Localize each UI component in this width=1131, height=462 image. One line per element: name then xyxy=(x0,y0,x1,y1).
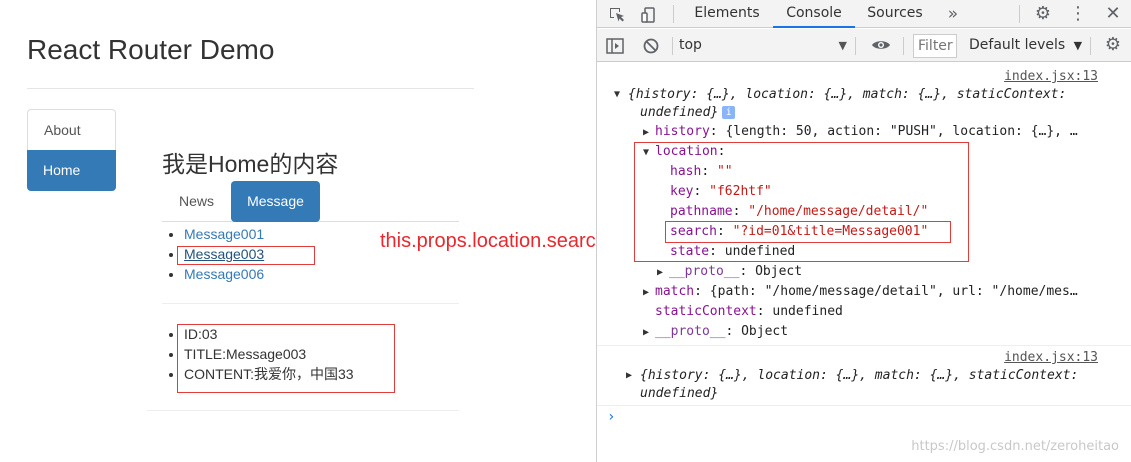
detail-highlight xyxy=(177,324,395,393)
prop-value: Object xyxy=(755,264,803,279)
log-summary-text: undefined} xyxy=(640,386,719,401)
toolbar-separator xyxy=(1090,37,1091,55)
title-divider xyxy=(27,88,474,89)
prop-value: {path: "/home/message/detail", url: "/ho… xyxy=(709,284,1078,299)
console-prompt[interactable]: › xyxy=(607,407,615,427)
home-tabs: News Message xyxy=(162,181,459,222)
prop-value: undefined xyxy=(772,304,843,319)
prop-value: Object xyxy=(741,324,789,339)
source-link[interactable]: index.jsx:13 xyxy=(1004,348,1098,368)
section-divider-bottom xyxy=(147,410,459,411)
tab-console[interactable]: Console xyxy=(773,0,855,28)
inspect-element-icon[interactable] xyxy=(605,0,629,28)
prop-key: __proto__ xyxy=(655,324,726,339)
console-toolbar: top ▼ Default levels ▼ ⚙ xyxy=(597,29,1131,62)
prop-value: {length: 50, action: "PUSH", location: {… xyxy=(725,124,1078,139)
log-separator xyxy=(597,345,1131,346)
devtools-panel: Elements Console Sources » ⚙ ⋮ ✕ top ▼ F… xyxy=(596,0,1131,462)
watermark: https://blog.csdn.net/zeroheitao xyxy=(911,439,1119,454)
caret-down-icon: ▼ xyxy=(838,39,847,52)
toolbar-separator xyxy=(903,37,904,55)
collapsed-triangle-icon[interactable]: ▶ xyxy=(657,263,669,283)
filter-input[interactable] xyxy=(918,38,956,54)
eye-icon[interactable] xyxy=(867,31,895,59)
react-app-page: React Router Demo About Home 我是Home的内容 N… xyxy=(0,0,607,462)
gear-icon[interactable]: ⚙ xyxy=(1031,0,1055,28)
prop-root-proto[interactable]: ▶ __proto__: Object xyxy=(643,322,788,342)
prop-match[interactable]: ▶ match: {path: "/home/message/detail", u… xyxy=(643,282,1078,302)
filter-box xyxy=(913,34,957,58)
clear-console-icon[interactable] xyxy=(639,31,663,59)
prop-key: match xyxy=(655,284,695,299)
message-link-006[interactable]: Message006 xyxy=(184,266,264,282)
toolbar-separator xyxy=(672,37,673,55)
tab-message[interactable]: Message xyxy=(231,181,320,222)
toolbar-separator xyxy=(673,5,674,23)
log-summary-line[interactable]: ▶ {history: {…}, location: {…}, match: {… xyxy=(626,366,1079,386)
tab-news[interactable]: News xyxy=(162,181,231,222)
expanded-triangle-icon[interactable]: ▼ xyxy=(614,85,626,105)
log-levels-label: Default levels xyxy=(969,37,1066,53)
list-item: Message006 xyxy=(184,264,264,284)
toolbar-separator xyxy=(1019,5,1020,23)
log-summary-line-2: undefined} xyxy=(640,384,718,404)
kebab-menu-icon[interactable]: ⋮ xyxy=(1066,0,1090,28)
tab-elements[interactable]: Elements xyxy=(685,0,769,28)
toolbar-separator xyxy=(855,37,856,55)
caret-down-icon: ▼ xyxy=(1073,39,1083,52)
log-summary-line[interactable]: ▼ {history: {…}, location: {…}, match: {… xyxy=(614,85,1067,105)
log-summary-text: undefined} xyxy=(640,105,719,120)
home-heading: 我是Home的内容 xyxy=(162,151,339,177)
message-link-001[interactable]: Message001 xyxy=(184,226,264,242)
collapsed-triangle-icon[interactable]: ▶ xyxy=(643,283,655,303)
close-icon[interactable]: ✕ xyxy=(1101,0,1125,28)
console-output: index.jsx:13 ▼ {history: {…}, location: … xyxy=(597,63,1131,462)
context-value: top xyxy=(679,37,702,53)
log-levels-dropdown[interactable]: Default levels ▼ xyxy=(969,29,1082,62)
source-link[interactable]: index.jsx:13 xyxy=(1004,67,1098,87)
location-highlight xyxy=(634,142,969,262)
sidebar-toggle-icon[interactable] xyxy=(603,31,627,59)
prop-key: staticContext xyxy=(655,304,757,319)
nav-about-link[interactable]: About xyxy=(27,109,116,150)
section-divider xyxy=(162,303,459,304)
device-toolbar-icon[interactable] xyxy=(637,0,661,28)
annotation-label: this.props.location.search xyxy=(380,230,607,252)
devtools-tabbar: Elements Console Sources » ⚙ ⋮ ✕ xyxy=(597,0,1131,28)
log-summary-line-2: undefined} i xyxy=(640,103,736,123)
collapsed-triangle-icon[interactable]: ▶ xyxy=(643,323,655,343)
nav-home-link[interactable]: Home xyxy=(27,150,116,191)
log-summary-text: {history: {…}, location: {…}, match: {…}… xyxy=(640,368,1079,383)
list-item: Message001 xyxy=(184,224,264,244)
double-chevron-right-icon[interactable]: » xyxy=(941,0,965,28)
selected-message-highlight xyxy=(177,246,315,265)
tab-sources[interactable]: Sources xyxy=(859,0,931,28)
collapsed-triangle-icon[interactable]: ▶ xyxy=(643,123,655,143)
log-separator xyxy=(597,405,1131,406)
log-summary-text: {history: {…}, location: {…}, match: {…}… xyxy=(628,87,1067,102)
prop-key: history xyxy=(655,124,710,139)
side-nav: About Home xyxy=(27,109,116,191)
info-icon[interactable]: i xyxy=(722,106,736,119)
search-highlight xyxy=(665,221,951,243)
prop-location-proto[interactable]: ▶ __proto__: Object xyxy=(657,262,802,282)
prop-static-context: staticContext: undefined xyxy=(655,304,843,319)
context-selector[interactable]: top ▼ xyxy=(679,29,851,62)
console-settings-gear-icon[interactable]: ⚙ xyxy=(1101,31,1125,59)
page-title: React Router Demo xyxy=(27,34,275,65)
prop-history[interactable]: ▶ history: {length: 50, action: "PUSH", l… xyxy=(643,122,1078,142)
prop-key: __proto__ xyxy=(669,264,740,279)
collapsed-triangle-icon[interactable]: ▶ xyxy=(626,366,638,386)
